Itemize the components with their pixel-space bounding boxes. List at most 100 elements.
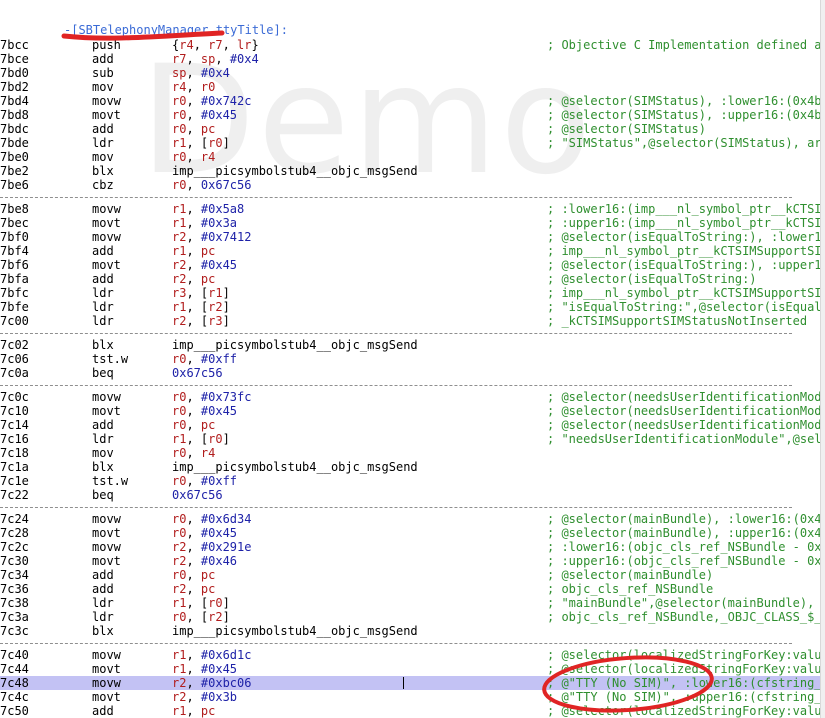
instruction-comment: ; @selector(needsUserIdentificationMod <box>547 404 822 418</box>
instruction-row[interactable]: 7bdc add r0, pc ; @selector(SIMStatus) <box>0 122 825 136</box>
instruction-row[interactable]: 7bd4 movw r0, #0x742c ; @selector(SIMStatus… <box>0 94 825 108</box>
immediate-operand: #0xff <box>200 474 238 488</box>
instruction-row[interactable]: 7bec movt r1, #0x3a ; :upper16:(imp___nl_sy… <box>0 216 825 230</box>
operand-text: , <box>186 108 201 122</box>
instruction-comment: ; @selector(mainBundle) <box>547 568 714 582</box>
procedure-title[interactable]: -[SBTelephonyManager ttyTitle]: <box>64 22 288 38</box>
instruction-row[interactable]: 7c02 blx imp___picsymbolstub4__objc_msgSen… <box>0 338 825 352</box>
operand-text: , <box>186 662 201 676</box>
instruction-mnemonic: movw <box>92 676 121 690</box>
operand-text: , <box>186 352 201 366</box>
instruction-row[interactable]: 7bd0 sub sp, #0x4 <box>0 66 825 80</box>
register-operand: sp <box>200 52 216 66</box>
instruction-row[interactable]: 7c36 add r2, pc ; objc_cls_ref_NSBundle <box>0 582 825 596</box>
instruction-row[interactable]: 7c34 add r0, pc ; @selector(mainBundle) <box>0 568 825 582</box>
operand-text: , <box>186 446 201 460</box>
operand-text: , [ <box>186 314 209 328</box>
immediate-operand: #0x45 <box>200 662 238 676</box>
instruction-row[interactable]: 7be2 blx imp___picsymbolstub4__objc_msgSen… <box>0 164 825 178</box>
instruction-row[interactable]: 7be0 mov r0, r4 <box>0 150 825 164</box>
instruction-row[interactable]: 7bf0 movw r2, #0x7412 ; @selector(isEqualTo… <box>0 230 825 244</box>
instruction-row[interactable]: 7c2c movw r2, #0x291e ; :lower16:(objc_cls_… <box>0 540 825 554</box>
register-operand: r2 <box>172 676 187 690</box>
instruction-operands: r0, #0x6d34 <box>172 512 251 526</box>
operand-text: , <box>186 676 201 690</box>
instruction-row[interactable]: 7c14 add r0, pc ; @selector(needsUserIdenti… <box>0 418 825 432</box>
register-operand: r4 <box>200 446 216 460</box>
immediate-operand: #0x45 <box>200 526 238 540</box>
instruction-row[interactable]: 7c0c movw r0, #0x73fc ; @selector(needsUser… <box>0 390 825 404</box>
disassembly-view[interactable]: Demo -[SBTelephonyManager ttyTitle]: 7bc… <box>0 0 825 718</box>
register-operand: r0 <box>172 474 187 488</box>
instruction-operands: sp, #0x4 <box>172 66 230 80</box>
instruction-row[interactable]: 7c16 ldr r1, [r0] ; "needsUserIdentificatio… <box>0 432 825 446</box>
instruction-address: 7bdc <box>0 122 29 136</box>
instruction-address: 7c14 <box>0 418 29 432</box>
instruction-row[interactable]: 7bfa add r2, pc ; @selector(isEqualToString… <box>0 272 825 286</box>
instruction-row[interactable]: 7c40 movw r1, #0x6d1c ; @selector(localized… <box>0 648 825 662</box>
instruction-operands: imp___picsymbolstub4__objc_msgSend <box>172 460 418 474</box>
operand-text: , [ <box>186 136 209 150</box>
instruction-row[interactable]: 7c4c movt r2, #0x3b ; @"TTY (No SIM)", :upp… <box>0 690 825 704</box>
instruction-comment: ; @"TTY (No SIM)", :lower16:(cfstring_ <box>547 676 822 690</box>
immediate-operand: #0x45 <box>200 404 238 418</box>
instruction-row[interactable]: 7c18 mov r0, r4 <box>0 446 825 460</box>
register-operand: r0 <box>208 136 223 150</box>
instruction-mnemonic: movt <box>92 690 121 704</box>
instruction-row[interactable]: 7bfe ldr r1, [r2] ; "isEqualToString:",@sel… <box>0 300 825 314</box>
instruction-row[interactable]: 7c30 movt r2, #0x46 ; :upper16:(objc_cls_re… <box>0 554 825 568</box>
instruction-address: 7c18 <box>0 446 29 460</box>
register-operand: r2 <box>172 258 187 272</box>
instruction-row[interactable]: 7c1a blx imp___picsymbolstub4__objc_msgSen… <box>0 460 825 474</box>
instruction-row[interactable]: 7c0a beq 0x67c56 <box>0 366 825 380</box>
instruction-address: 7bf4 <box>0 244 29 258</box>
instruction-comment: ; @"TTY (No SIM)", :upper16:(cfstring_ <box>547 690 822 704</box>
instruction-row[interactable]: 7c44 movt r1, #0x45 ; @selector(localizedSt… <box>0 662 825 676</box>
instruction-comment: ; "isEqualToString:",@selector(isEqual <box>547 300 822 314</box>
instruction-comment: ; :lower16:(imp___nl_symbol_ptr__kCTSI <box>547 202 822 216</box>
operand-text: imp___picsymbolstub4__objc_msgSend <box>172 624 418 638</box>
register-operand: r0 <box>172 122 187 136</box>
operand-text: , [ <box>186 286 209 300</box>
instruction-address: 7bd8 <box>0 108 29 122</box>
instruction-row[interactable]: 7be8 movw r1, #0x5a8 ; :lower16:(imp___nl_s… <box>0 202 825 216</box>
instruction-row[interactable]: 7bde ldr r1, [r0] ; "SIMStatus",@selector(S… <box>0 136 825 150</box>
instruction-row[interactable]: 7bfc ldr r3, [r1] ; imp___nl_symbol_ptr__kC… <box>0 286 825 300</box>
instruction-row[interactable]: 7c24 movw r0, #0x6d34 ; @selector(mainBundl… <box>0 512 825 526</box>
instruction-address: 7c48 <box>0 676 29 690</box>
register-operand: r7 <box>208 38 223 52</box>
register-operand: r2 <box>172 582 187 596</box>
vertical-scrollbar[interactable] <box>820 0 825 718</box>
operand-text: , <box>186 554 201 568</box>
instruction-row[interactable]: 7c1e tst.w r0, #0xff <box>0 474 825 488</box>
instruction-row[interactable]: 7c06 tst.w r0, #0xff <box>0 352 825 366</box>
instruction-row[interactable]: 7c28 movt r0, #0x45 ; @selector(mainBundle)… <box>0 526 825 540</box>
register-operand: r2 <box>172 314 187 328</box>
instruction-row[interactable]: 7c10 movt r0, #0x45 ; @selector(needsUserId… <box>0 404 825 418</box>
instruction-address: 7c4c <box>0 690 29 704</box>
instruction-row[interactable]: 7c38 ldr r1, [r0] ; "mainBundle",@selector(… <box>0 596 825 610</box>
instruction-row[interactable]: 7bd2 mov r4, r0 <box>0 80 825 94</box>
instruction-row[interactable]: 7bce add r7, sp, #0x4 <box>0 52 825 66</box>
instruction-row[interactable]: 7be6 cbz r0, 0x67c56 <box>0 178 825 192</box>
instruction-row[interactable]: 7c48 movw r2, #0xbc06 ; @"TTY (No SIM)", :l… <box>0 676 825 690</box>
instruction-row[interactable]: 7c3c blx imp___picsymbolstub4__objc_msgSen… <box>0 624 825 638</box>
instruction-mnemonic: movt <box>92 404 121 418</box>
instruction-row[interactable]: 7c22 beq 0x67c56 <box>0 488 825 502</box>
instruction-row[interactable]: 7c50 add r1, pc ; @selector(localizedString… <box>0 704 825 718</box>
instruction-row[interactable]: 7c3a ldr r0, [r2] ; objc_cls_ref_NSBundle,_… <box>0 610 825 624</box>
block-separator <box>0 507 792 508</box>
instruction-comment: ; "needsUserIdentificationModule",@sel <box>547 432 822 446</box>
register-operand: r1 <box>172 216 187 230</box>
instruction-mnemonic: add <box>92 704 114 718</box>
instruction-row[interactable]: 7bf6 movt r2, #0x45 ; @selector(isEqualToSt… <box>0 258 825 272</box>
instruction-mnemonic: ldr <box>92 432 114 446</box>
instruction-row[interactable]: 7bcc push {r4, r7, lr} ; Objective C Implem… <box>0 38 825 52</box>
register-operand: r2 <box>208 610 223 624</box>
instruction-address: 7c3c <box>0 624 29 638</box>
instruction-row[interactable]: 7bf4 add r1, pc ; imp___nl_symbol_ptr__kCTS… <box>0 244 825 258</box>
instruction-row[interactable]: 7bd8 movt r0, #0x45 ; @selector(SIMStatus),… <box>0 108 825 122</box>
instruction-row[interactable]: 7c00 ldr r2, [r3] ; _kCTSIMSupportSIMStatus… <box>0 314 825 328</box>
block-separator <box>0 385 792 386</box>
instruction-operands: r1, #0x45 <box>172 662 237 676</box>
